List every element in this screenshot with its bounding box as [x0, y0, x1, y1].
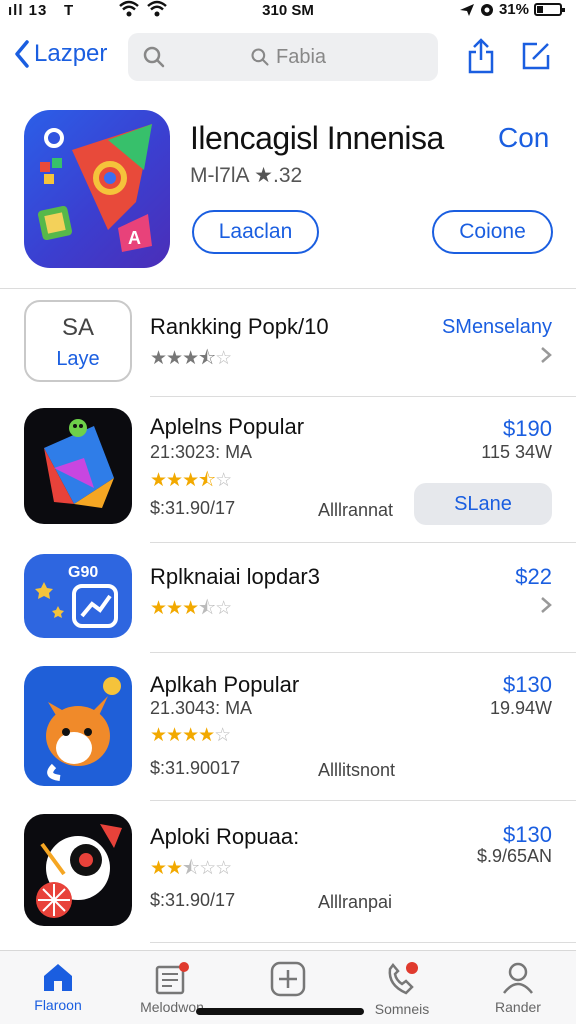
- tab-calls[interactable]: Somneis: [352, 961, 452, 1017]
- app-icon-placeholder[interactable]: SA Laye: [24, 300, 132, 382]
- featured-secondary-button[interactable]: Coione: [432, 210, 553, 254]
- navigation-bar: Lazper Fabia: [0, 30, 576, 86]
- home-icon: [44, 964, 72, 991]
- app-price-line: $:31.90017: [150, 758, 241, 778]
- divider: [150, 396, 576, 397]
- app-price: $22: [515, 564, 552, 589]
- search-field[interactable]: Fabia: [128, 33, 438, 81]
- share-icon[interactable]: [466, 38, 496, 74]
- fox-artwork: [46, 677, 121, 781]
- app-icon-chart[interactable]: G90: [24, 554, 132, 638]
- app-size: $.9/65AN: [476, 846, 552, 866]
- search-icon: [143, 46, 165, 68]
- get-button[interactable]: SLane: [414, 483, 552, 525]
- home-indicator: [196, 1008, 364, 1015]
- app-icon-bird[interactable]: [24, 814, 132, 926]
- person-icon: [503, 962, 533, 994]
- icon-text-top: SA: [61, 314, 94, 341]
- newspaper-icon: [155, 962, 189, 995]
- app-price-line: $:31.90/17: [150, 498, 236, 518]
- chevron-right-icon[interactable]: [540, 596, 552, 614]
- app-icon-rocket[interactable]: [24, 408, 132, 524]
- app-title[interactable]: Rankking Popk/10: [150, 314, 329, 340]
- featured-link[interactable]: Con: [498, 122, 549, 154]
- notification-badge: [179, 962, 189, 972]
- search-placeholder: Fabia: [276, 46, 327, 68]
- app-price: $190: [503, 416, 552, 441]
- notification-badge: [406, 962, 418, 974]
- tab-add[interactable]: [238, 961, 338, 1001]
- app-size: 19.94W: [489, 698, 552, 718]
- rating-stars: ★★★⯪☆: [150, 348, 232, 369]
- status-right: 31%: [459, 1, 565, 18]
- divider: [150, 942, 576, 943]
- app-title[interactable]: Aploki Ropuaa:: [150, 824, 299, 850]
- app-price-line: $:31.90/17: [150, 890, 236, 910]
- tab-news[interactable]: Melodwon: [122, 961, 222, 1015]
- app-subtitle: 21:3023: MA: [150, 442, 253, 462]
- rating-stars: ★★★⯪☆: [150, 470, 232, 491]
- app-price: $130: [503, 822, 552, 847]
- compose-icon[interactable]: [520, 40, 552, 72]
- icon-text-bottom: Laye: [56, 348, 100, 370]
- app-price: $130: [503, 672, 552, 697]
- featured-app-icon[interactable]: A: [24, 110, 170, 268]
- battery-percent: 31%: [498, 1, 529, 18]
- app-size: 115 34W: [481, 442, 552, 462]
- chevron-left-icon: [15, 40, 29, 68]
- tab-profile[interactable]: Rander: [468, 961, 568, 1015]
- plus-square-icon: [270, 961, 306, 997]
- divider: [150, 800, 576, 801]
- back-label: Lazper: [34, 40, 108, 67]
- tab-label: Somneis: [374, 1001, 430, 1017]
- app-title[interactable]: Rplknaiai lopdar3: [150, 564, 320, 590]
- rating-stars: ★★★⯪☆: [150, 598, 232, 619]
- featured-title: Ilencagisl Innenisa: [190, 120, 444, 156]
- phone-icon: [388, 962, 418, 995]
- tab-home[interactable]: Flaroon: [8, 961, 108, 1013]
- tab-label: Flaroon: [34, 997, 82, 1013]
- app-extra: Alllrannat: [318, 500, 394, 520]
- alarm-icon: [480, 3, 493, 16]
- battery-icon: [534, 3, 565, 16]
- rating-stars: ★★★★☆: [150, 725, 231, 746]
- rocket-artwork: [44, 419, 114, 508]
- status-bar: ıll 13 T 310 SM 31%: [0, 0, 576, 24]
- featured-primary-button[interactable]: Laaclan: [192, 210, 319, 254]
- location-icon: [459, 3, 474, 16]
- icon-text: G90: [68, 564, 99, 581]
- app-subtitle: 21.3043: MA: [150, 698, 253, 718]
- search-icon: [251, 48, 269, 66]
- featured-artwork: A: [37, 124, 152, 252]
- divider: [0, 288, 576, 289]
- rating-stars: ★★⯪☆☆: [150, 858, 232, 879]
- svg-text:A: A: [128, 228, 141, 248]
- app-category-link[interactable]: SMenselany: [442, 316, 552, 339]
- featured-subtitle: M-l7lA ★.32: [190, 164, 303, 187]
- app-extra: Alllranpai: [318, 892, 393, 912]
- bird-artwork: [36, 824, 122, 918]
- divider: [150, 542, 576, 543]
- app-extra: Alllitsnont: [318, 760, 396, 780]
- app-title[interactable]: Aplkah Popular: [150, 672, 299, 698]
- divider: [150, 652, 576, 653]
- app-icon-fox[interactable]: [24, 666, 132, 786]
- chevron-right-icon[interactable]: [540, 346, 552, 364]
- app-title[interactable]: Aplelns Popular: [150, 414, 304, 440]
- back-button[interactable]: Lazper: [14, 40, 107, 68]
- tab-label: Rander: [495, 999, 541, 1015]
